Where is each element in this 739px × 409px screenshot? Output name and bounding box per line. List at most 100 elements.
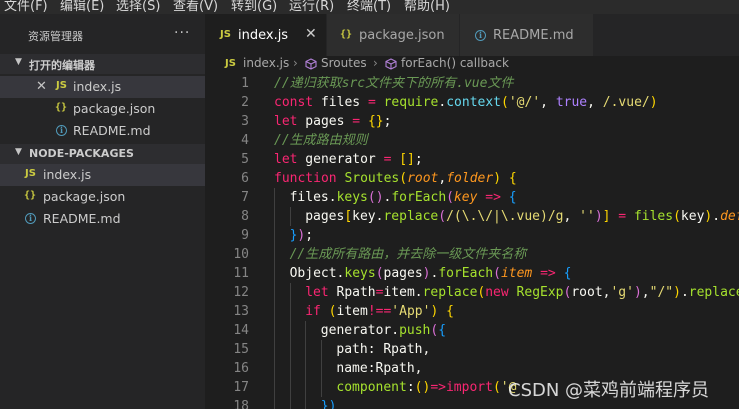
menu-run[interactable]: 运行(R) <box>289 0 334 14</box>
menu-go[interactable]: 转到(G) <box>231 0 277 14</box>
tab-readme[interactable]: i README.md <box>460 14 594 56</box>
close-icon[interactable]: ✕ <box>36 79 47 94</box>
code-token: keys <box>336 190 368 205</box>
code-token: { <box>446 304 454 319</box>
code-line[interactable]: 4 //生成路由规则 <box>205 131 739 150</box>
code-token: { <box>563 266 572 281</box>
code-line[interactable]: 7 files.keys().forEach(key => { <box>205 188 739 207</box>
code-token: component <box>336 380 407 395</box>
menu-help[interactable]: 帮助(H) <box>404 0 450 14</box>
code-editor[interactable]: 1 //递归获取src文件夹下的所有.vue文件 2 const files = re… <box>205 74 739 409</box>
open-editor-item-readme[interactable]: i README.md <box>0 120 205 142</box>
code-token: ( <box>501 95 509 110</box>
menu-edit[interactable]: 编辑(E) <box>60 0 104 14</box>
info-glyph: i <box>475 30 486 41</box>
menu-file[interactable]: 文件(F) <box>4 0 48 14</box>
code-line[interactable]: 10 //生成所有路由，并去除一级文件夹名称 <box>205 245 739 264</box>
code-token: //递归获取src文件夹下的所有.vue文件 <box>274 76 514 91</box>
indent-guide <box>289 207 291 226</box>
code-token: ; <box>305 228 314 243</box>
code-token: ) <box>594 209 603 224</box>
code-token: Rpath <box>328 285 376 300</box>
js-file-icon: JS <box>25 168 36 179</box>
code-line[interactable]: 12 let Rpath=item.replace(new RegExp(root… <box>205 283 739 302</box>
file-item-index-js[interactable]: JS index.js <box>0 164 205 186</box>
code-token: . <box>712 209 721 224</box>
code-line[interactable]: 11 Object.keys(pages).forEach(item => { <box>205 264 739 283</box>
code-token: let <box>274 152 298 167</box>
code-token: : <box>406 380 415 395</box>
line-number: 15 <box>233 342 249 357</box>
breadcrumb-symbol-sroutes[interactable]: Sroutes <box>321 56 367 70</box>
code-token: ) <box>673 285 681 300</box>
file-item-package-json[interactable]: {} package.json <box>0 186 205 208</box>
project-header[interactable]: ▼ NODE-PACKAGES <box>0 144 205 164</box>
chevron-right-icon: › <box>373 56 378 70</box>
code-token: ) <box>422 266 431 281</box>
open-editors-header[interactable]: ▼ 打开的编辑器 <box>0 54 205 74</box>
line-number: 1 <box>241 76 249 91</box>
info-file-icon: i <box>25 213 36 224</box>
code-token: if <box>305 304 321 319</box>
code-token: [] <box>399 152 415 167</box>
menu-selection[interactable]: 选择(S) <box>116 0 160 14</box>
menu-view[interactable]: 查看(V) <box>173 0 218 14</box>
open-editors-label: 打开的编辑器 <box>29 59 95 72</box>
code-line[interactable]: 1 //递归获取src文件夹下的所有.vue文件 <box>205 74 739 93</box>
ellipsis-icon[interactable]: ··· <box>174 25 190 41</box>
tab-index-js[interactable]: JS index.js ✕ <box>205 14 327 56</box>
breadcrumb-symbol-callback[interactable]: forEach() callback <box>401 56 509 70</box>
code-token: }) <box>320 399 337 409</box>
code-token: = <box>618 209 627 224</box>
code-text: //生成路由规则 <box>274 131 368 150</box>
indent-guide <box>274 245 275 264</box>
code-text: function Sroutes(root,folder) { <box>274 169 517 188</box>
code-token: ( <box>438 209 447 224</box>
code-token: ( <box>493 266 501 281</box>
code-text: files.keys().forEach(key => { <box>290 188 517 207</box>
indent-guide <box>305 340 307 359</box>
code-line[interactable]: 8 pages[key.replace(/(\.\/|\.vue)/g, '')]… <box>205 207 739 226</box>
info-glyph: i <box>25 213 36 224</box>
code-token: , <box>641 285 650 300</box>
cube-icon <box>385 58 397 73</box>
code-line[interactable]: 13 if (item!=='App') { <box>205 302 739 321</box>
line-number: 13 <box>233 304 249 319</box>
code-line[interactable]: 5 let generator = []; <box>205 150 739 169</box>
open-editor-item-index-js[interactable]: ✕ JS index.js <box>0 76 205 98</box>
code-line[interactable]: 3 let pages = {}; <box>205 112 739 131</box>
code-token: ( <box>673 209 681 224</box>
code-token: /.vue/ <box>602 95 650 110</box>
code-text: component:()=>import('@ <box>336 378 516 397</box>
file-label: README.md <box>43 211 121 226</box>
close-icon[interactable]: ✕ <box>305 26 317 42</box>
code-text: generator.push({ <box>321 321 446 340</box>
menu-terminal[interactable]: 终端(T) <box>347 0 391 14</box>
js-file-icon: JS <box>220 29 231 40</box>
code-token: push <box>399 323 431 338</box>
code-token: . <box>680 285 689 300</box>
code-line[interactable]: 6 function Sroutes(root,folder) { <box>205 169 739 188</box>
code-line[interactable]: 9}); <box>205 226 739 245</box>
breadcrumb-file[interactable]: index.js <box>243 56 289 70</box>
code-token: [ <box>344 209 353 224</box>
open-editor-item-package-json[interactable]: {} package.json <box>0 98 205 120</box>
code-token: ; <box>383 114 392 129</box>
tab-package-json[interactable]: {} package.json <box>327 14 460 56</box>
code-line[interactable]: 15 path: Rpath, <box>205 340 739 359</box>
code-token: item <box>336 304 368 319</box>
code-line[interactable]: 14 generator.push({ <box>205 321 739 340</box>
code-line[interactable]: 2 const files = require.context('@/', tru… <box>205 93 739 112</box>
indent-guide <box>274 207 275 226</box>
tab-bar: JS index.js ✕ {} package.json i README.m… <box>205 14 739 56</box>
code-text: const files = require.context('@/', true… <box>274 93 658 112</box>
file-item-readme[interactable]: i README.md <box>0 208 205 230</box>
watermark: CSDN @菜鸡前端程序员 <box>508 380 710 401</box>
code-token: /(\.\/|\.vue)/g <box>446 209 564 224</box>
